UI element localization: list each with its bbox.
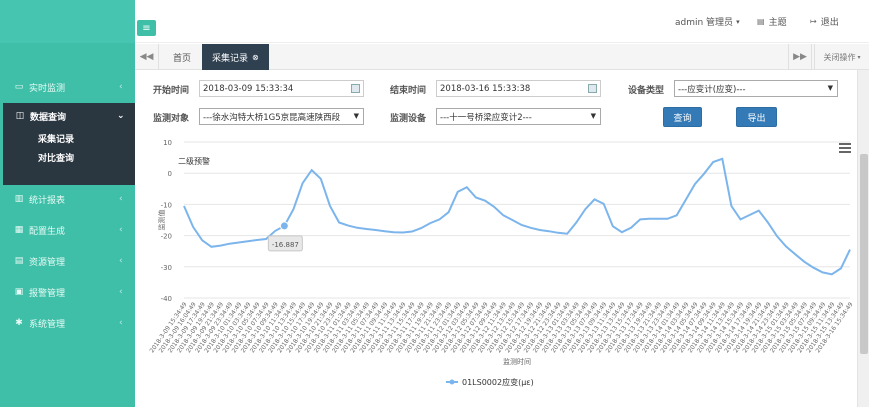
series-line	[183, 157, 851, 276]
caret-down-icon: ▾	[736, 17, 740, 26]
tab-label: 采集记录	[212, 53, 249, 64]
data-point	[279, 221, 289, 231]
chart-menu-button[interactable]	[839, 143, 851, 153]
line-chart: 100-10-20-30-40监测值二级预警-16.8872018-3-09 1…	[149, 139, 855, 387]
sidebar-item-system[interactable]: ✱ 系统管理 ‹	[0, 312, 135, 334]
device-type-select[interactable]: ---应变计(应变)--- ▼	[674, 80, 838, 97]
table-icon: ◫	[15, 111, 25, 121]
chevron-left-icon: ‹	[119, 225, 123, 235]
sidebar-item-config[interactable]: ▦ 配置生成 ‹	[0, 219, 135, 241]
y-tick-label: -40	[161, 295, 172, 303]
user-menu[interactable]: admin 管理员 ▾	[675, 15, 740, 29]
monitor-icon: ▭	[14, 82, 24, 92]
gear-icon: ✱	[15, 318, 23, 328]
sidebar-item-label: 报警管理	[29, 288, 66, 299]
calendar-icon[interactable]	[351, 84, 360, 93]
start-time-label: 开始时间	[153, 86, 190, 96]
hamburger-icon: ≡	[142, 22, 151, 34]
monitor-device-label: 监测设备	[390, 114, 427, 124]
theme-button[interactable]: ▤ 主题	[757, 15, 787, 28]
chevron-left-icon: ‹	[119, 256, 123, 266]
select-arrow-icon: ▼	[827, 84, 833, 92]
top-header: ≡ admin 管理员 ▾ ▤ 主题 ↦ 退出	[135, 0, 869, 43]
sidebar-subitem-compare-query[interactable]: 对比查询	[3, 148, 135, 167]
chevron-down-icon: ⌄	[117, 111, 125, 121]
user-name: admin 管理员	[675, 18, 734, 28]
close-ops-label: 关闭操作	[823, 52, 856, 62]
page-scrollbar[interactable]	[857, 70, 869, 407]
y-tick-label: 0	[168, 170, 172, 178]
sidebar-item-realtime[interactable]: ▭ 实时监测 ‹	[0, 76, 135, 98]
y-tick-label: 10	[163, 139, 172, 147]
sidebar-item-alarms[interactable]: ▣ 报警管理 ‹	[0, 281, 135, 303]
close-operations-dropdown[interactable]: 关闭操作 ▾	[814, 44, 869, 70]
y-tick-label: -30	[161, 264, 172, 272]
logout-icon: ↦	[810, 17, 817, 26]
sidebar-item-data-query[interactable]: ◫ 数据查询 ⌄ 采集记录 对比查询	[0, 103, 135, 185]
close-icon[interactable]: ⊗	[252, 53, 259, 62]
sidebar-header	[0, 0, 135, 43]
sidebar-item-label: 资源管理	[29, 257, 66, 268]
sidebar-item-label: 统计报表	[29, 195, 66, 206]
bar-chart-icon: ▥	[14, 194, 24, 204]
chart-container: 10 0 -10 -20 -30 -40 监测值 二级预警 -16.887 2018-3-09 1…	[140, 134, 856, 407]
grid-icon: ▦	[14, 225, 24, 235]
monitor-object-select[interactable]: ---徐水沟特大桥1G5京昆高速陕西段 ▼	[199, 108, 364, 125]
menu-toggle-button[interactable]: ≡	[137, 20, 156, 36]
chevron-left-icon: ‹	[119, 318, 123, 328]
theme-label: 主题	[768, 18, 787, 28]
start-time-input[interactable]: 2018-03-09 15:33:34	[199, 80, 364, 97]
calendar-icon[interactable]	[588, 84, 597, 93]
select-arrow-icon: ▼	[590, 112, 596, 120]
chevron-left-icon: ‹	[119, 194, 123, 204]
logout-label: 退出	[820, 18, 839, 28]
scroll-thumb[interactable]	[860, 154, 868, 354]
export-button[interactable]: 导出	[736, 107, 777, 127]
folder-icon: ▤	[14, 256, 24, 266]
tab-home[interactable]: 首页	[163, 44, 201, 70]
sidebar-item-label: 系统管理	[29, 319, 66, 330]
end-time-input[interactable]: 2018-03-16 15:33:38	[436, 80, 601, 97]
sidebar-subitem-collect-records[interactable]: 采集记录	[3, 129, 135, 148]
legend-label: 01LS0002应变(με)	[462, 377, 534, 387]
caret-down-icon: ▾	[857, 53, 861, 61]
y-tick-label: -20	[161, 233, 172, 241]
theme-icon: ▤	[757, 17, 765, 26]
sidebar-item-label: 数据查询	[30, 112, 67, 123]
sidebar-item-label: 配置生成	[29, 226, 66, 237]
sidebar-item-statistics[interactable]: ▥ 统计报表 ‹	[0, 188, 135, 210]
tab-collect-records[interactable]: 采集记录 ⊗	[202, 44, 269, 70]
device-type-value: ---应变计(应变)---	[678, 84, 746, 95]
end-time-label: 结束时间	[390, 86, 427, 96]
tab-scroll-left-button[interactable]: ◀◀	[135, 44, 159, 70]
legend-marker	[449, 379, 455, 385]
tooltip-label: -16.887	[272, 241, 299, 249]
sidebar-item-label: 实时监测	[29, 83, 66, 94]
double-chevron-left-icon: ◀◀	[139, 52, 154, 62]
tabs-bar: ◀◀ 首页 采集记录 ⊗ ▶▶ 关闭操作 ▾	[135, 44, 869, 70]
alarm-icon: ▣	[14, 287, 24, 297]
y-tick-label: -10	[161, 201, 172, 209]
select-arrow-icon: ▼	[353, 112, 359, 120]
end-time-value: 2018-03-16 15:33:38	[440, 83, 531, 94]
x-axis-label: 监测时间	[503, 357, 531, 366]
y-axis-label: 监测值	[157, 210, 166, 231]
sidebar: ▭ 实时监测 ‹ ◫ 数据查询 ⌄ 采集记录 对比查询 ▥ 统计报表 ‹ ▦ 配…	[0, 0, 135, 407]
device-type-label: 设备类型	[628, 86, 665, 96]
monitor-object-label: 监测对象	[153, 114, 190, 124]
monitor-object-value: ---徐水沟特大桥1G5京昆高速陕西段	[203, 112, 341, 123]
sidebar-item-resources[interactable]: ▤ 资源管理 ‹	[0, 250, 135, 272]
double-chevron-right-icon: ▶▶	[793, 52, 807, 62]
chart-title: 二级预警	[178, 156, 210, 166]
monitor-device-value: ---十一号桥梁应变计2---	[440, 112, 532, 123]
monitor-device-select[interactable]: ---十一号桥梁应变计2--- ▼	[436, 108, 601, 125]
logout-button[interactable]: ↦ 退出	[810, 15, 839, 28]
start-time-value: 2018-03-09 15:33:34	[203, 83, 294, 94]
chevron-left-icon: ‹	[119, 287, 123, 297]
chevron-left-icon: ‹	[119, 82, 123, 92]
query-button[interactable]: 查询	[663, 107, 702, 127]
tab-scroll-right-button[interactable]: ▶▶	[788, 44, 812, 70]
